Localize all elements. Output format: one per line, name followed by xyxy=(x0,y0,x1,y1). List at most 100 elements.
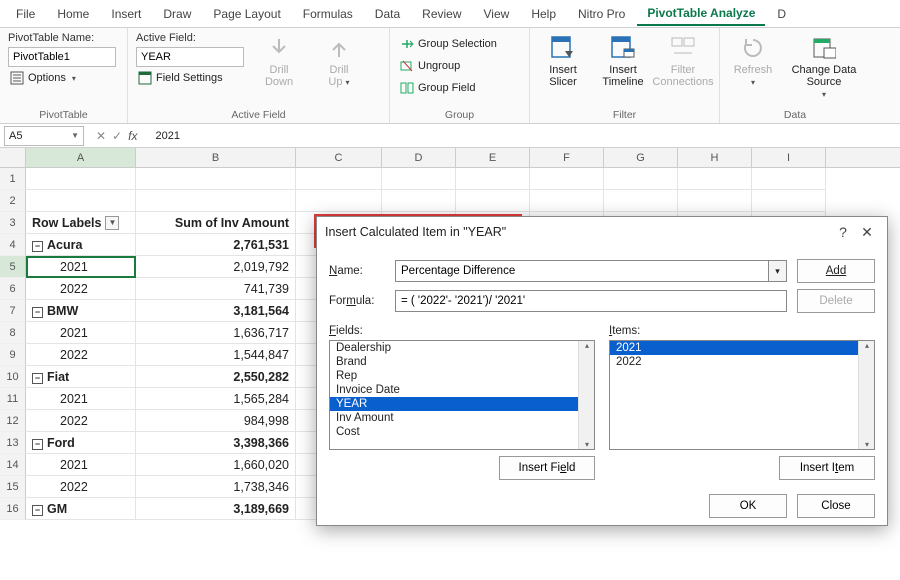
list-item[interactable]: Rep xyxy=(330,369,594,383)
column-header-E[interactable]: E xyxy=(456,148,530,167)
cell[interactable]: 2022 xyxy=(26,410,136,432)
row-header[interactable]: 4 xyxy=(0,234,26,256)
cell[interactable] xyxy=(382,190,456,212)
row-header[interactable]: 8 xyxy=(0,322,26,344)
cell[interactable]: 2022 xyxy=(26,476,136,498)
column-header-C[interactable]: C xyxy=(296,148,382,167)
row-header[interactable]: 10 xyxy=(0,366,26,388)
group-selection-button[interactable]: Group Selection xyxy=(398,36,521,52)
collapse-icon[interactable]: − xyxy=(32,307,43,318)
tab-insert[interactable]: Insert xyxy=(101,3,151,25)
cell[interactable]: 1,660,020 xyxy=(136,454,296,476)
ungroup-button[interactable]: Ungroup xyxy=(398,58,521,74)
tab-formulas[interactable]: Formulas xyxy=(293,3,363,25)
scrollbar[interactable] xyxy=(578,341,594,449)
cell[interactable] xyxy=(296,190,382,212)
formula-value[interactable]: 2021 xyxy=(145,130,179,142)
cell[interactable]: −Ford xyxy=(26,432,136,454)
cell[interactable] xyxy=(752,190,826,212)
column-header-A[interactable]: A xyxy=(26,148,136,167)
cell[interactable]: Row Labels▼ xyxy=(26,212,136,234)
add-button[interactable]: Add xyxy=(797,259,875,283)
row-header[interactable]: 13 xyxy=(0,432,26,454)
collapse-icon[interactable]: − xyxy=(32,439,43,450)
cell[interactable] xyxy=(456,168,530,190)
cell[interactable] xyxy=(678,190,752,212)
tab-review[interactable]: Review xyxy=(412,3,471,25)
filter-dropdown-icon[interactable]: ▼ xyxy=(105,216,119,230)
row-header[interactable]: 3 xyxy=(0,212,26,234)
tab-page-layout[interactable]: Page Layout xyxy=(203,3,290,25)
formula-input[interactable] xyxy=(395,290,787,312)
fields-listbox[interactable]: DealershipBrandRepInvoice DateYEARInv Am… xyxy=(329,340,595,450)
dialog-close-button[interactable]: ✕ xyxy=(855,224,879,241)
cell[interactable] xyxy=(530,190,604,212)
column-header-H[interactable]: H xyxy=(678,148,752,167)
cell[interactable]: Sum of Inv Amount xyxy=(136,212,296,234)
cell[interactable]: 2021 xyxy=(26,322,136,344)
field-settings-button[interactable]: Field Settings xyxy=(136,70,244,86)
row-header[interactable]: 16 xyxy=(0,498,26,520)
row-header[interactable]: 15 xyxy=(0,476,26,498)
insert-timeline-button[interactable]: Insert Timeline xyxy=(598,32,648,88)
collapse-icon[interactable]: − xyxy=(32,373,43,384)
insert-item-button[interactable]: Insert Item xyxy=(779,456,875,480)
name-box[interactable]: A5▼ xyxy=(4,126,84,146)
tab-file[interactable]: File xyxy=(6,3,45,25)
column-header-I[interactable]: I xyxy=(752,148,826,167)
cell[interactable]: 984,998 xyxy=(136,410,296,432)
change-data-source-button[interactable]: Change Data Source xyxy=(788,32,860,101)
cell[interactable]: 1,636,717 xyxy=(136,322,296,344)
list-item[interactable]: 2022 xyxy=(610,355,874,369)
row-header[interactable]: 14 xyxy=(0,454,26,476)
column-header-G[interactable]: G xyxy=(604,148,678,167)
row-header[interactable]: 6 xyxy=(0,278,26,300)
row-header[interactable]: 7 xyxy=(0,300,26,322)
drill-up-button[interactable]: Drill Up xyxy=(314,32,364,89)
row-header[interactable]: 12 xyxy=(0,410,26,432)
tab-home[interactable]: Home xyxy=(47,3,99,25)
row-header[interactable]: 1 xyxy=(0,168,26,190)
cell[interactable]: −Acura xyxy=(26,234,136,256)
refresh-button[interactable]: Refresh xyxy=(728,32,778,89)
tab-d[interactable]: D xyxy=(767,3,796,25)
list-item[interactable]: Cost xyxy=(330,425,594,439)
tab-view[interactable]: View xyxy=(474,3,520,25)
items-listbox[interactable]: 20212022 xyxy=(609,340,875,450)
accept-formula-icon[interactable]: ✓ xyxy=(112,129,122,143)
cell[interactable]: −BMW xyxy=(26,300,136,322)
options-button[interactable]: Options xyxy=(8,70,119,86)
tab-draw[interactable]: Draw xyxy=(153,3,201,25)
tab-pivottable-analyze[interactable]: PivotTable Analyze xyxy=(637,2,765,26)
cell[interactable] xyxy=(456,190,530,212)
cell[interactable]: −Fiat xyxy=(26,366,136,388)
list-item[interactable]: Brand xyxy=(330,355,594,369)
list-item[interactable]: Inv Amount xyxy=(330,411,594,425)
list-item[interactable]: 2021 xyxy=(610,341,874,355)
cell[interactable]: 2022 xyxy=(26,278,136,300)
name-dropdown-button[interactable]: ▾ xyxy=(769,260,787,282)
column-header-B[interactable]: B xyxy=(136,148,296,167)
active-field-input[interactable] xyxy=(136,47,244,67)
cell[interactable]: 2,019,792 xyxy=(136,256,296,278)
pivottable-name-input[interactable] xyxy=(8,47,116,67)
cancel-formula-icon[interactable]: ✕ xyxy=(96,129,106,143)
select-all-corner[interactable] xyxy=(0,148,26,167)
tab-help[interactable]: Help xyxy=(521,3,566,25)
cell[interactable]: 2,550,282 xyxy=(136,366,296,388)
ok-button[interactable]: OK xyxy=(709,494,787,518)
cell[interactable] xyxy=(26,168,136,190)
cell[interactable]: 2021 xyxy=(26,256,136,278)
row-header[interactable]: 2 xyxy=(0,190,26,212)
filter-connections-button[interactable]: Filter Connections xyxy=(658,32,708,88)
cell[interactable]: 2022 xyxy=(26,344,136,366)
cell[interactable] xyxy=(136,190,296,212)
list-item[interactable]: Dealership xyxy=(330,341,594,355)
insert-slicer-button[interactable]: Insert Slicer xyxy=(538,32,588,88)
column-header-F[interactable]: F xyxy=(530,148,604,167)
collapse-icon[interactable]: − xyxy=(32,505,43,516)
tab-nitro-pro[interactable]: Nitro Pro xyxy=(568,3,635,25)
fx-icon[interactable]: fx xyxy=(128,129,137,143)
scrollbar[interactable] xyxy=(858,341,874,449)
cell[interactable] xyxy=(604,168,678,190)
